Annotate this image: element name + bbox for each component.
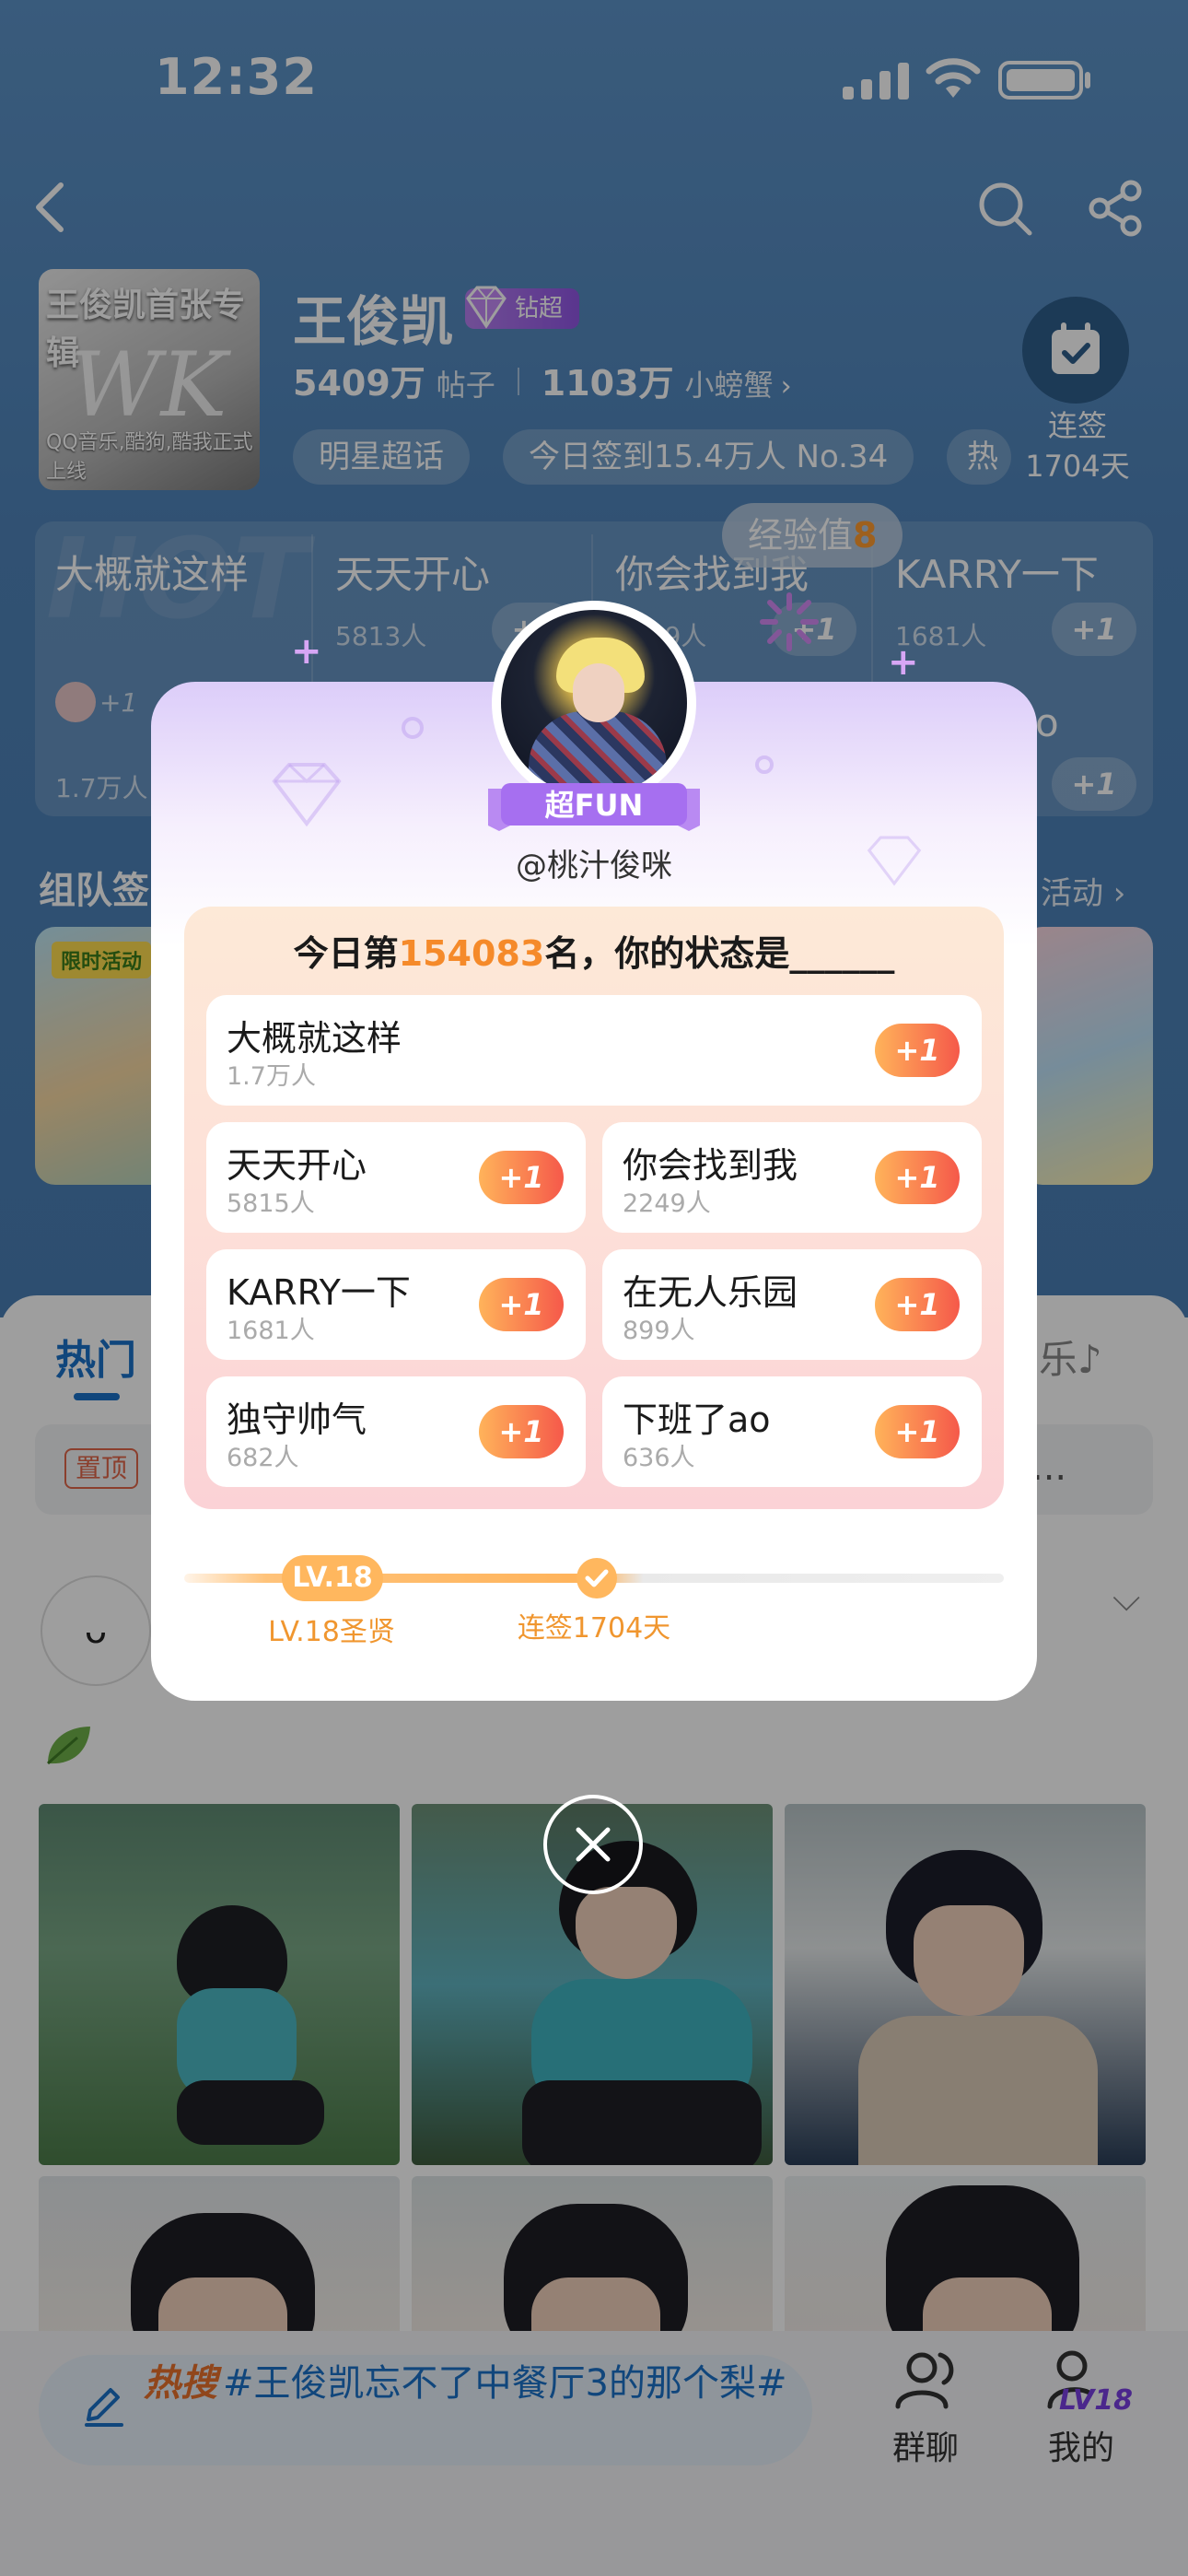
plus-one-button[interactable]: +1 <box>479 1151 564 1204</box>
status-option[interactable]: 你会找到我 2249人 +1 <box>602 1122 982 1233</box>
status-option[interactable]: 在无人乐园 899人 +1 <box>602 1249 982 1360</box>
status-option-title: KARRY一下 <box>227 1272 411 1313</box>
plus-decoration: + <box>291 630 322 673</box>
status-option-count: 1681人 <box>227 1317 315 1345</box>
plus-one-button[interactable]: +1 <box>875 1405 960 1458</box>
circle-decoration <box>402 717 424 739</box>
streak-caption: 连签1704天 <box>517 1612 671 1645</box>
status-prompt-prefix: 今日第 <box>293 933 399 974</box>
plus-decoration: + <box>888 641 919 684</box>
status-option[interactable]: 大概就这样 1.7万人 +1 <box>206 995 982 1106</box>
diamond-decoration-icon <box>272 763 342 827</box>
status-prompt-suffix: 名，你的状态是______ <box>544 933 895 974</box>
status-option[interactable]: 独守帅气 682人 +1 <box>206 1376 586 1487</box>
status-option-count: 636人 <box>623 1444 695 1472</box>
plus-one-button[interactable]: +1 <box>479 1278 564 1331</box>
status-option-count: 682人 <box>227 1444 299 1472</box>
level-pill: LV.18 <box>282 1555 383 1601</box>
circle-decoration <box>755 755 774 774</box>
status-prompt: 今日第154083名，你的状态是______ <box>184 925 1004 976</box>
status-option-count: 899人 <box>623 1317 695 1345</box>
close-button[interactable] <box>543 1795 643 1894</box>
plus-one-button[interactable]: +1 <box>479 1405 564 1458</box>
level-caption: LV.18圣贤 <box>268 1616 395 1648</box>
status-option[interactable]: 天天开心 5815人 +1 <box>206 1122 586 1233</box>
status-option-count: 2249人 <box>623 1189 711 1218</box>
status-option-title: 下班了ao <box>623 1399 771 1440</box>
checkmark-icon <box>577 1558 617 1598</box>
status-option-count: 1.7万人 <box>227 1062 316 1091</box>
plus-one-button[interactable]: +1 <box>875 1278 960 1331</box>
user-handle: @桃汁俊咪 <box>516 848 672 884</box>
status-option-title: 在无人乐园 <box>623 1272 798 1313</box>
status-option-title: 你会找到我 <box>623 1145 798 1186</box>
status-option[interactable]: KARRY一下 1681人 +1 <box>206 1249 586 1360</box>
plus-one-button[interactable]: +1 <box>875 1151 960 1204</box>
status-option-title: 天天开心 <box>227 1145 367 1186</box>
status-option-count: 5815人 <box>227 1189 315 1218</box>
close-icon <box>576 1827 611 1862</box>
checkin-rank: 154083 <box>398 933 545 974</box>
plus-one-button[interactable]: +1 <box>875 1024 960 1077</box>
status-option[interactable]: 下班了ao 636人 +1 <box>602 1376 982 1487</box>
fun-badge-label: 超FUN <box>544 788 644 823</box>
status-option-title: 独守帅气 <box>227 1399 367 1440</box>
user-avatar[interactable] <box>501 610 687 796</box>
status-option-title: 大概就这样 <box>227 1018 402 1059</box>
